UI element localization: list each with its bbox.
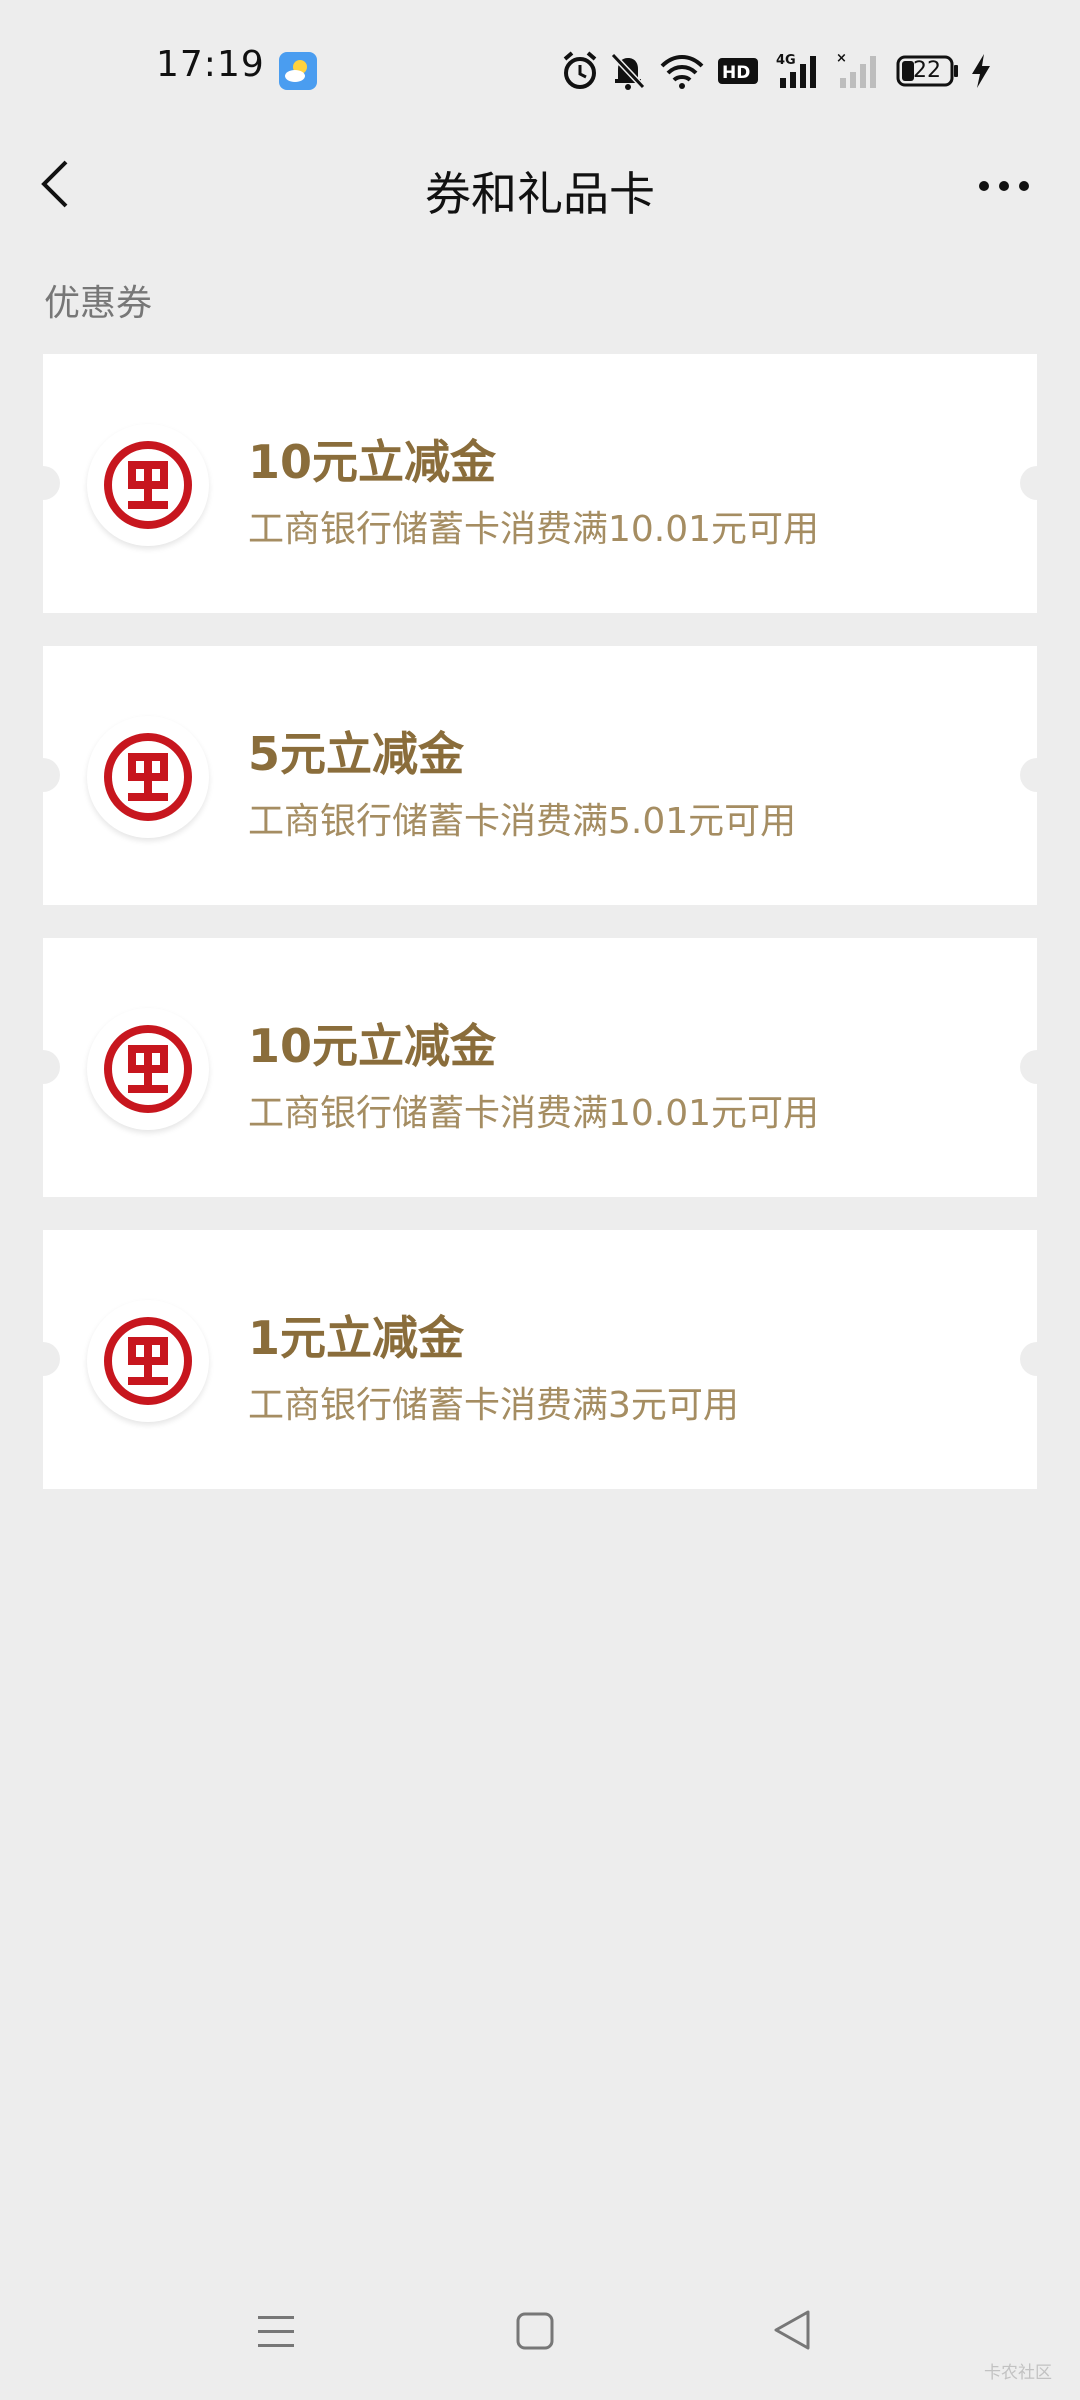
coupon-desc: 工商银行储蓄卡消费满10.01元可用 — [248, 509, 820, 550]
coupon-card[interactable]: 10元立减金 工商银行储蓄卡消费满10.01元可用 — [26, 354, 1054, 613]
card-notch — [1020, 466, 1054, 500]
home-square-icon[interactable] — [514, 2310, 558, 2354]
coupon-desc: 工商银行储蓄卡消费满3元可用 — [248, 1385, 739, 1426]
coupon-title: 10元立减金 — [248, 1019, 497, 1073]
icbc-logo-icon — [87, 1008, 209, 1130]
back-triangle-icon[interactable] — [770, 2308, 814, 2352]
status-time: 17:19 — [156, 44, 265, 85]
hd-icon: HD — [718, 58, 758, 84]
alarm-icon — [563, 51, 597, 89]
wifi-icon — [660, 55, 704, 89]
icbc-logo-icon — [87, 424, 209, 546]
svg-text:HD: HD — [722, 63, 750, 83]
signal-no-service-icon: × — [836, 51, 876, 88]
menu-icon[interactable] — [254, 2310, 298, 2354]
card-notch — [1020, 758, 1054, 792]
weather-icon — [279, 52, 317, 90]
coupon-desc: 工商银行储蓄卡消费满10.01元可用 — [248, 1093, 820, 1134]
charging-icon — [972, 54, 990, 88]
svg-text:4G: 4G — [776, 53, 796, 68]
coupon-card[interactable]: 1元立减金 工商银行储蓄卡消费满3元可用 — [26, 1230, 1054, 1489]
system-nav-bar — [0, 2290, 1080, 2380]
more-dots-icon[interactable] — [976, 166, 1032, 206]
signal-4g-icon: 4G — [776, 53, 816, 88]
card-notch — [1020, 1050, 1054, 1084]
icbc-logo-icon — [87, 1300, 209, 1422]
coupon-title: 1元立减金 — [248, 1311, 465, 1365]
coupon-desc: 工商银行储蓄卡消费满5.01元可用 — [248, 801, 797, 842]
battery-icon: 22 — [896, 54, 960, 88]
page: 17:19 HD 4G × 22 券和礼品卡 优惠券 10元立减金 工商银行储蓄… — [0, 0, 1080, 2400]
battery-level: 22 — [913, 58, 941, 83]
mute-bell-icon — [610, 52, 646, 90]
coupon-title: 5元立减金 — [248, 727, 465, 781]
status-bar: 17:19 HD 4G × 22 — [0, 0, 1080, 140]
coupon-card[interactable]: 5元立减金 工商银行储蓄卡消费满5.01元可用 — [26, 646, 1054, 905]
icbc-logo-icon — [87, 716, 209, 838]
watermark: 卡农社区 — [984, 2363, 1052, 2383]
coupon-card[interactable]: 10元立减金 工商银行储蓄卡消费满10.01元可用 — [26, 938, 1054, 1197]
page-title: 券和礼品卡 — [425, 167, 655, 221]
svg-text:×: × — [836, 51, 847, 66]
card-notch — [26, 758, 60, 792]
card-notch — [1020, 1342, 1054, 1376]
nav-bar: 券和礼品卡 — [0, 140, 1080, 230]
card-notch — [26, 466, 60, 500]
card-notch — [26, 1050, 60, 1084]
card-notch — [26, 1342, 60, 1376]
section-label: 优惠券 — [44, 283, 153, 324]
coupon-title: 10元立减金 — [248, 435, 497, 489]
